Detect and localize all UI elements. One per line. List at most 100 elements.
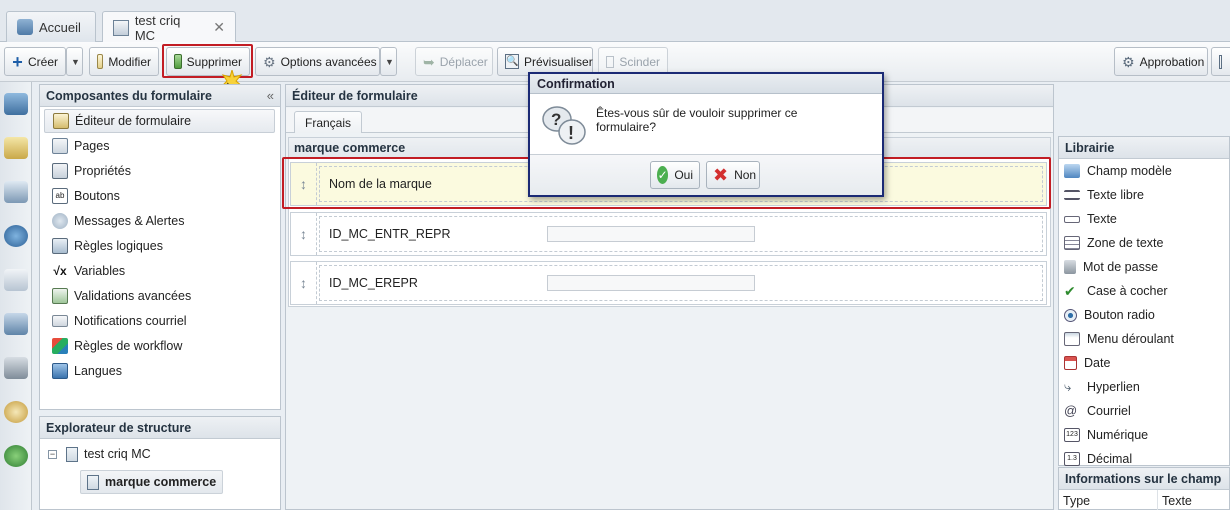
languages-icon — [52, 362, 68, 379]
home-icon — [4, 93, 28, 115]
create-dropdown-button[interactable]: ▼ — [66, 47, 83, 76]
dialog-title: Confirmation — [530, 74, 882, 94]
library-header: Librairie — [1059, 137, 1229, 159]
close-icon[interactable]: ✕ — [213, 19, 225, 36]
left-icon-bar — [0, 82, 32, 510]
library-panel: Librairie Champ modèle Texte libre Texte… — [1058, 136, 1230, 466]
buttons-icon: ab — [52, 187, 68, 204]
field-info-header: Informations sur le champ — [1059, 468, 1229, 490]
properties-icon — [52, 162, 68, 179]
library-item-dropdown[interactable]: Menu déroulant — [1059, 327, 1229, 351]
lock-icon — [1064, 260, 1076, 274]
library-item-free-text[interactable]: Texte libre — [1059, 183, 1229, 207]
field-row-id-mc-entr-repr[interactable]: ↕ ID_MC_ENTR_REPR — [290, 212, 1047, 256]
library-item-hyperlink[interactable]: ⤷ Hyperlien — [1059, 375, 1229, 399]
drag-handle-icon[interactable]: ↕ — [291, 262, 317, 304]
collapse-tree-icon[interactable]: − — [48, 449, 57, 459]
library-item-checkbox[interactable]: ✔ Case à cocher — [1059, 279, 1229, 303]
components-item-languages[interactable]: Langues — [40, 358, 280, 383]
forms-nav-button[interactable] — [0, 170, 32, 214]
tab-bar: Accueil test criq MC ✕ — [0, 0, 1230, 43]
dialog-message: Êtes-vous sûr de vouloir supprimer ce fo… — [596, 106, 798, 134]
modify-button[interactable]: Modifier — [89, 47, 159, 76]
components-item-logic-rules[interactable]: Règles logiques — [40, 233, 280, 258]
check-icon: ✓ — [657, 166, 669, 184]
globe-nav-button[interactable] — [0, 214, 32, 258]
chart-nav-button[interactable] — [0, 258, 32, 302]
logic-rules-icon — [52, 237, 68, 254]
tree-node-selected[interactable]: marque commerce — [80, 470, 224, 494]
library-item-textarea[interactable]: Zone de texte — [1059, 231, 1229, 255]
library-item-date[interactable]: Date — [1059, 351, 1229, 375]
yes-button[interactable]: ✓ Oui — [650, 161, 700, 189]
library-item-radio[interactable]: Bouton radio — [1059, 303, 1229, 327]
svg-text:!: ! — [568, 123, 574, 143]
workflow-icon — [52, 337, 68, 354]
structure-explorer-panel: Explorateur de structure − test criq MC … — [39, 416, 281, 510]
components-item-email-notifications[interactable]: Notifications courriel — [40, 308, 280, 333]
more-toolbar-button[interactable] — [1211, 47, 1230, 76]
chart-icon — [4, 269, 28, 291]
library-item-numeric[interactable]: 123 Numérique — [1059, 423, 1229, 447]
question-exclamation-icon: ? ! — [542, 106, 586, 145]
drag-handle-icon[interactable]: ↕ — [291, 213, 317, 255]
tools-nav-button[interactable] — [0, 346, 32, 390]
library-item-template-field[interactable]: Champ modèle — [1059, 159, 1229, 183]
radio-icon — [1064, 308, 1077, 322]
decimal-icon: 1.3 — [1064, 452, 1080, 466]
network-nav-button[interactable] — [0, 302, 32, 346]
search-nav-button[interactable] — [0, 390, 32, 434]
components-item-messages[interactable]: Messages & Alertes — [40, 208, 280, 233]
preview-icon: 🔍 — [505, 54, 519, 69]
library-item-text[interactable]: Texte — [1059, 207, 1229, 231]
sqrt-x-icon: √x — [53, 263, 67, 278]
advanced-dropdown-button[interactable]: ▼ — [380, 47, 397, 76]
form-editor-icon — [53, 113, 69, 129]
components-panel-header: Composantes du formulaire « — [40, 85, 280, 107]
dialog-footer: ✓ Oui ✖ Non — [530, 154, 882, 195]
collapse-icon[interactable]: « — [267, 88, 274, 103]
components-panel: Composantes du formulaire « Éditeur de f… — [39, 84, 281, 410]
home-nav-button[interactable] — [0, 82, 32, 126]
text-field-icon — [1064, 215, 1080, 223]
tab-test-criq-mc[interactable]: test criq MC ✕ — [102, 11, 236, 43]
calendar-icon — [1064, 356, 1077, 370]
no-button[interactable]: ✖ Non — [706, 161, 760, 189]
structure-explorer-header: Explorateur de structure — [40, 417, 280, 439]
stack-nav-button[interactable] — [0, 126, 32, 170]
library-item-password[interactable]: Mot de passe — [1059, 255, 1229, 279]
field-info-row: Type Texte — [1059, 490, 1229, 510]
network-icon — [4, 313, 28, 335]
textarea-icon — [1064, 236, 1080, 250]
components-item-form-editor[interactable]: Éditeur de formulaire — [44, 109, 275, 133]
components-item-workflow-rules[interactable]: Règles de workflow — [40, 333, 280, 358]
components-item-buttons[interactable]: ab Boutons — [40, 183, 280, 208]
components-item-properties[interactable]: Propriétés — [40, 158, 280, 183]
create-button[interactable]: + Créer — [4, 47, 66, 76]
field-row-id-mc-erepr[interactable]: ↕ ID_MC_EREPR — [290, 261, 1047, 305]
field-label: ID_MC_EREPR — [329, 276, 418, 290]
world-icon — [4, 445, 28, 467]
info-value: Texte — [1157, 490, 1196, 510]
numeric-icon: 123 — [1064, 428, 1080, 442]
tree-item-root[interactable]: − test criq MC — [40, 441, 280, 467]
form-icon — [113, 19, 129, 36]
field-input-preview[interactable] — [547, 226, 755, 242]
world-nav-button[interactable] — [0, 434, 32, 478]
dropdown-icon — [1064, 332, 1080, 346]
library-item-email[interactable]: @ Courriel — [1059, 399, 1229, 423]
components-item-variables[interactable]: √x Variables — [40, 258, 280, 283]
mail-icon — [52, 314, 68, 327]
components-item-pages[interactable]: Pages — [40, 133, 280, 158]
tree-item-child[interactable]: marque commerce — [40, 469, 280, 495]
field-input-preview[interactable] — [547, 275, 755, 291]
section-icon — [87, 474, 99, 490]
tab-francais[interactable]: Français — [294, 111, 363, 133]
tab-accueil[interactable]: Accueil — [6, 11, 96, 42]
advanced-options-button[interactable]: ⚙ Options avancées — [255, 47, 380, 76]
approval-button[interactable]: ⚙ Approbation — [1114, 47, 1208, 76]
components-item-advanced-validations[interactable]: Validations avancées — [40, 283, 280, 308]
move-button[interactable]: ➥ Déplacer — [415, 47, 493, 76]
approval-icon: ⚙ — [1122, 53, 1135, 70]
pages-icon — [52, 137, 68, 154]
